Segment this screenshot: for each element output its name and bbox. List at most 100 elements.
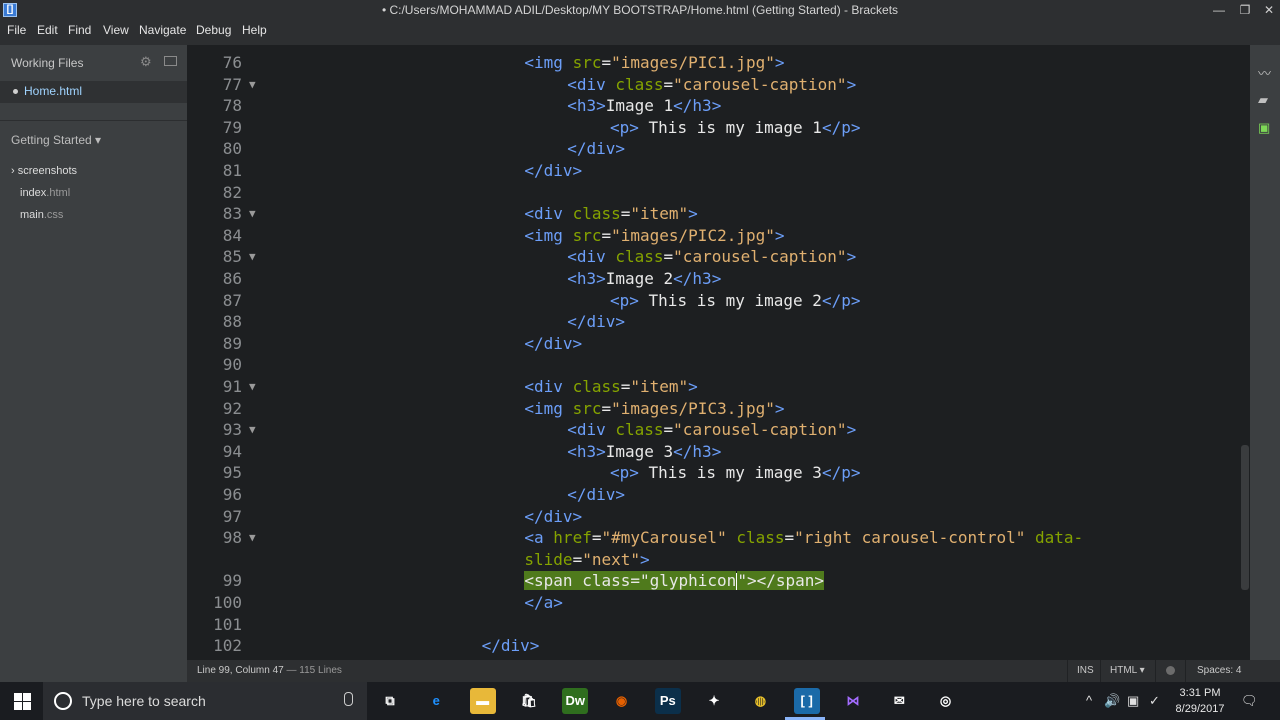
code-line[interactable]: 93 ▼ <div class="carousel-caption"> <box>187 419 1240 441</box>
fold-toggle-icon[interactable]: ▼ <box>249 419 259 441</box>
code-line[interactable]: 92 <img src="images/PIC3.jpg"> <box>187 398 1240 420</box>
visual-studio-icon[interactable]: ⋈ <box>840 688 866 714</box>
menu-help[interactable]: Help <box>242 23 267 37</box>
linter-status-icon[interactable] <box>1166 666 1175 675</box>
gear-icon[interactable]: ⚙ <box>140 54 152 70</box>
file-explorer-icon[interactable]: ▬ <box>469 688 496 714</box>
code-token: > <box>688 204 698 224</box>
brackets-icon[interactable]: [ ] <box>793 688 820 714</box>
code-token: src <box>572 398 602 418</box>
menu-view[interactable]: View <box>103 23 129 37</box>
insert-mode[interactable]: INS <box>1077 665 1094 676</box>
menu-navigate[interactable]: Navigate <box>139 23 186 37</box>
code-token: </div> <box>524 161 583 180</box>
code-token: </div> <box>567 312 625 332</box>
code-token: </p> <box>821 290 861 310</box>
mail-icon[interactable]: ✉ <box>886 688 912 714</box>
code-line[interactable]: 79 <p> This is my image 1</p> <box>187 117 1240 139</box>
code-editor[interactable]: 76 <img src="images/PIC1.jpg"> 77 ▼ <div cla… <box>187 45 1240 660</box>
code-line[interactable]: 83 ▼ <div class="item"> <box>187 203 1240 225</box>
chrome-icon[interactable]: ◍ <box>747 688 773 714</box>
code-token: href <box>553 528 592 548</box>
code-line[interactable]: 86 <h3>Image 2</h3> <box>187 268 1240 290</box>
dreamweaver-icon[interactable]: Dw <box>562 688 589 714</box>
code-token: "images/PIC2.jpg" <box>611 225 775 245</box>
editor-scrollbar-thumb[interactable] <box>1241 445 1249 590</box>
tree-file-index[interactable]: index.html <box>20 187 70 199</box>
fold-toggle-icon[interactable]: ▼ <box>249 203 259 225</box>
code-line[interactable]: 90 <box>187 354 1240 376</box>
project-dropdown[interactable]: Getting Started ▾ <box>11 133 101 147</box>
fold-toggle-icon[interactable]: ▼ <box>249 376 259 398</box>
code-line[interactable]: 85 ▼ <div class="carousel-caption"> <box>187 246 1240 268</box>
menu-debug[interactable]: Debug <box>196 23 231 37</box>
menu-edit[interactable]: Edit <box>37 23 58 37</box>
code-line[interactable]: 80 </div> <box>187 138 1240 160</box>
fold-toggle-icon[interactable]: ▼ <box>249 246 259 268</box>
menu-file[interactable]: File <box>7 23 26 37</box>
working-file-home[interactable]: Home.html <box>24 84 82 98</box>
code-line[interactable]: 94 <h3>Image 3</h3> <box>187 441 1240 463</box>
extension-manager-icon[interactable]: ▰ <box>1258 92 1274 107</box>
code-line[interactable]: 100 </a> <box>187 592 1240 614</box>
photoshop-icon[interactable]: Ps <box>654 688 681 714</box>
code-line[interactable]: 88 </div> <box>187 311 1240 333</box>
code-line[interactable]: 101 <box>187 614 1240 636</box>
tree-file-main[interactable]: main.css <box>20 209 63 221</box>
line-number: 92 <box>222 398 242 418</box>
code-line[interactable]: 102 </div> <box>187 635 1240 657</box>
firefox-icon[interactable]: ◉ <box>609 688 635 714</box>
code-line[interactable]: slide="next"> <box>187 549 1240 571</box>
code-line[interactable]: 87 <p> This is my image 2</p> <box>187 290 1240 312</box>
code-line[interactable]: 81 </div> <box>187 160 1240 182</box>
code-token: <a <box>524 528 554 548</box>
store-icon[interactable]: 🛍 <box>516 688 542 714</box>
microphone-icon[interactable] <box>344 692 353 706</box>
code-line[interactable]: 84 <img src="images/PIC2.jpg"> <box>187 225 1240 247</box>
code-line[interactable]: 95 <p> This is my image 3</p> <box>187 462 1240 484</box>
code-line[interactable]: 76 <img src="images/PIC1.jpg"> <box>187 52 1240 74</box>
line-count: — 115 Lines <box>283 665 342 676</box>
tree-folder-screenshots[interactable]: › screenshots <box>11 165 77 177</box>
close-button[interactable]: ✕ <box>1256 0 1280 20</box>
code-line[interactable]: 78 <h3>Image 1</h3> <box>187 95 1240 117</box>
split-view-icon[interactable] <box>164 56 177 66</box>
minimize-button[interactable]: — <box>1206 0 1232 20</box>
network-icon[interactable]: ▣ <box>1127 693 1139 709</box>
code-line[interactable]: 82 <box>187 182 1240 204</box>
fold-toggle-icon[interactable]: ▼ <box>249 74 259 96</box>
code-line[interactable]: 98 ▼ <a href="#myCarousel" class="right ca… <box>187 527 1240 549</box>
taskbar-search[interactable]: Type here to search <box>43 682 367 720</box>
task-view-icon[interactable]: ⧉ <box>377 688 403 714</box>
code-token: = <box>572 549 583 569</box>
system-clock[interactable]: 3:31 PM 8/29/2017 <box>1170 685 1230 717</box>
edge-icon[interactable]: e <box>423 688 449 714</box>
code-line[interactable]: 89 </div> <box>187 333 1240 355</box>
volume-icon[interactable]: 🔊 <box>1104 693 1120 709</box>
tray-expand-icon[interactable]: ^ <box>1086 693 1092 708</box>
code-token: <h3> <box>567 269 606 288</box>
action-center-icon[interactable]: 🗨 <box>1241 693 1258 709</box>
live-preview-icon[interactable]: 〰 <box>1258 63 1274 81</box>
obs-icon[interactable]: ◎ <box>933 688 959 714</box>
cursor-line-col: Line 99, Column 47 <box>197 665 284 676</box>
fold-toggle-icon[interactable]: ▼ <box>249 527 259 549</box>
code-line[interactable]: 99 <span class="glyphicon"></span> <box>187 570 1240 592</box>
code-token: </p> <box>821 117 861 137</box>
code-line[interactable]: 77 ▼ <div class="carousel-caption"> <box>187 74 1240 96</box>
code-line[interactable]: 96 </div> <box>187 484 1240 506</box>
line-number: 96 <box>222 485 242 504</box>
code-line[interactable]: 91 ▼ <div class="item"> <box>187 376 1240 398</box>
windows-start-icon[interactable] <box>14 693 31 710</box>
code-token: </div> <box>524 506 583 526</box>
restore-button[interactable]: ❐ <box>1232 0 1258 20</box>
extension-icon[interactable]: ▣ <box>1258 120 1274 135</box>
defender-icon[interactable]: ✓ <box>1149 693 1160 709</box>
language-select[interactable]: HTML ▾ <box>1110 665 1145 676</box>
code-text: <img src="images/PIC2.jpg"> <box>524 225 784 247</box>
cc-icon[interactable]: ✦ <box>701 688 727 714</box>
menu-find[interactable]: Find <box>68 23 91 37</box>
indent-spaces[interactable]: Spaces: 4 <box>1197 665 1241 676</box>
menu-bar: File Edit Find View Navigate Debug Help <box>0 20 1280 45</box>
code-line[interactable]: 97 </div> <box>187 506 1240 528</box>
